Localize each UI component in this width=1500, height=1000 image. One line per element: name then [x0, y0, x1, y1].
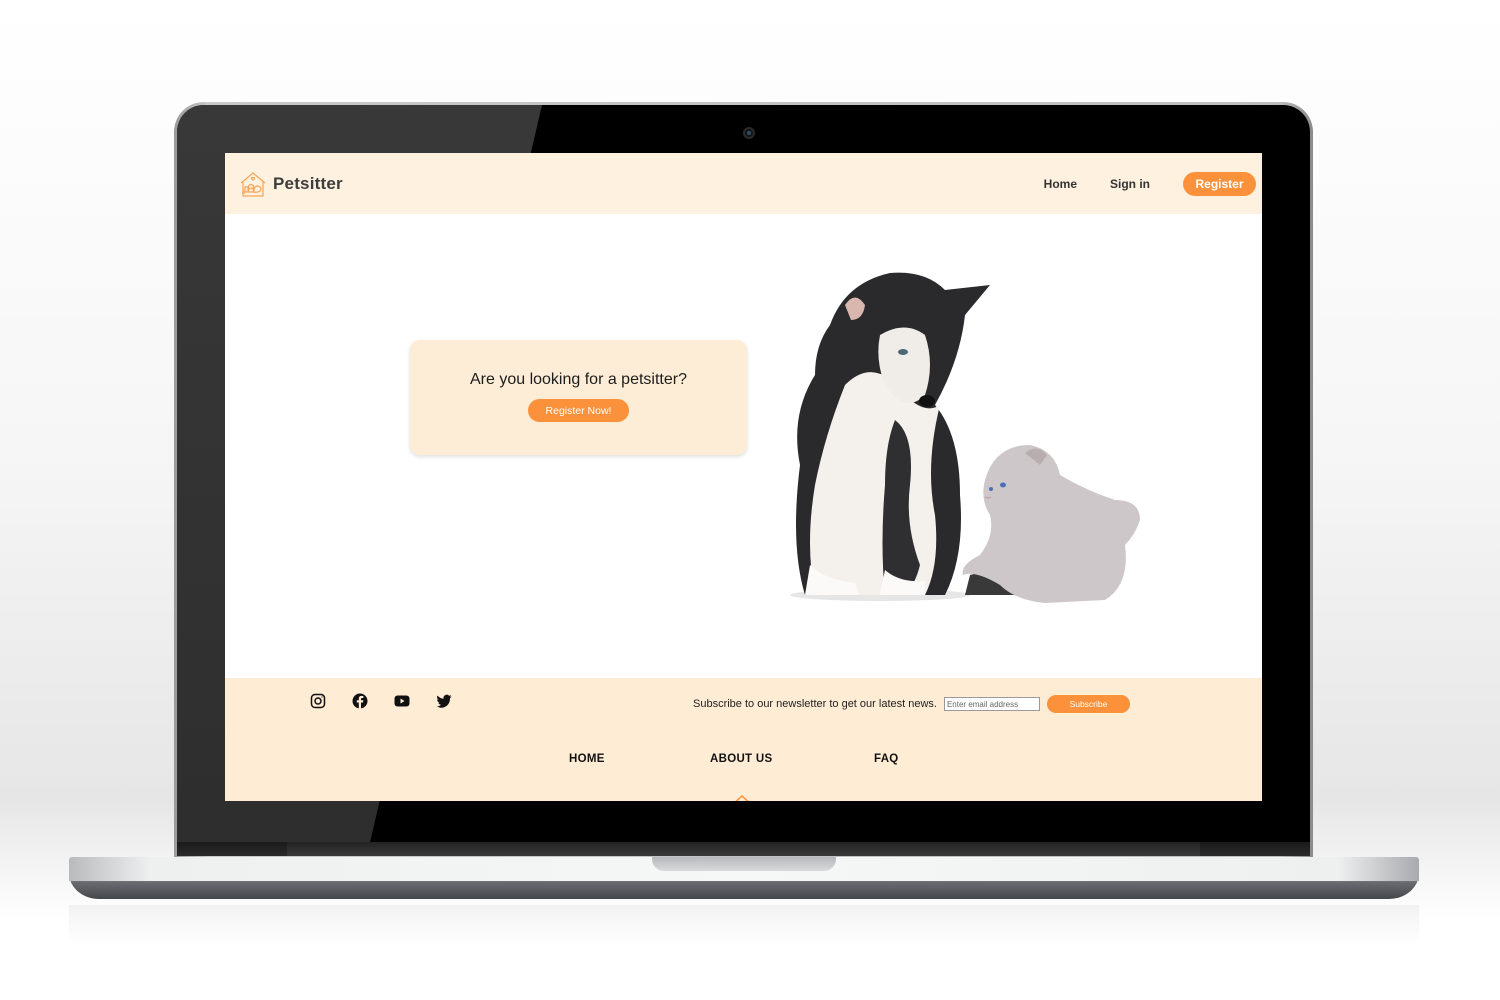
- laptop-reflection: [69, 905, 1419, 945]
- site-footer: Subscribe to our newsletter to get our l…: [225, 678, 1262, 801]
- social-links: [309, 692, 477, 710]
- header-nav: Home Sign in Register: [1044, 153, 1262, 214]
- laptop-notch: [652, 857, 836, 871]
- facebook-icon: [352, 693, 368, 709]
- youtube-link[interactable]: [393, 692, 411, 710]
- footer-about-us-link[interactable]: ABOUT US: [710, 753, 772, 765]
- instagram-link[interactable]: [309, 692, 327, 710]
- nav-home-link[interactable]: Home: [1044, 177, 1077, 191]
- email-input[interactable]: [943, 697, 1040, 711]
- brand-logo[interactable]: Petsitter: [238, 169, 343, 199]
- register-now-button[interactable]: Register Now!: [528, 399, 629, 422]
- house-pets-icon: [240, 171, 266, 197]
- laptop-base: [69, 857, 1419, 899]
- nav-sign-in-link[interactable]: Sign in: [1110, 177, 1150, 191]
- hero-title: Are you looking for a petsitter?: [469, 371, 687, 388]
- webcam-icon: [743, 127, 755, 139]
- twitter-link[interactable]: [435, 692, 453, 710]
- footer-home-link[interactable]: HOME: [569, 753, 605, 765]
- footer-faq-link[interactable]: FAQ: [874, 753, 899, 765]
- site-header: Petsitter Home Sign in Register: [225, 153, 1262, 214]
- bezel-bottom: [177, 842, 1310, 856]
- subscribe-button[interactable]: Subscribe: [1046, 695, 1130, 713]
- hinge: [287, 842, 1200, 856]
- instagram-icon: [310, 693, 326, 709]
- hero-card: Are you looking for a petsitter? Registe…: [410, 340, 747, 455]
- youtube-icon: [394, 695, 410, 707]
- chevron-up-icon[interactable]: [731, 793, 753, 801]
- register-button[interactable]: Register: [1183, 171, 1256, 196]
- website-screen: Petsitter Home Sign in Register Are you …: [225, 153, 1262, 801]
- newsletter-text: Subscribe to our newsletter to get our l…: [693, 698, 937, 710]
- brand-name: Petsitter: [273, 173, 343, 193]
- hero-pets-image: [790, 272, 1140, 603]
- facebook-link[interactable]: [351, 692, 369, 710]
- twitter-icon: [436, 694, 452, 708]
- newsletter-form: Subscribe to our newsletter to get our l…: [693, 695, 1130, 713]
